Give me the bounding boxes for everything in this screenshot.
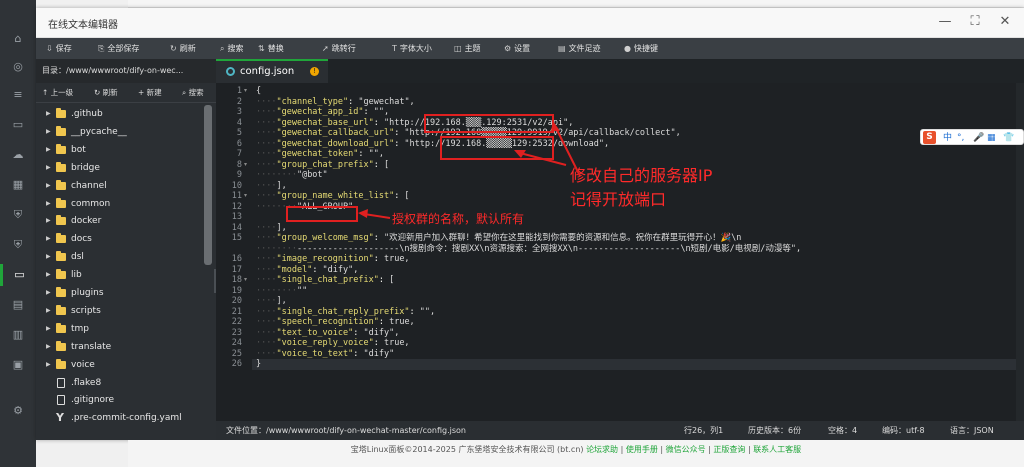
annotation-arrows xyxy=(358,121,581,219)
footer-link[interactable]: 微信公众号 xyxy=(666,445,706,454)
ime-tool-icon[interactable]: 中 xyxy=(943,131,952,145)
footer: 宝塔Linux面板©2014-2025 广东堡塔安全技术有限公司 (bt.cn)… xyxy=(128,440,1024,467)
footer-link[interactable]: 联系人工客服 xyxy=(753,445,801,454)
footer-separator: | xyxy=(618,445,626,454)
sogou-logo-icon: S xyxy=(923,131,936,144)
ime-tool-icon[interactable]: 👕 xyxy=(1003,131,1014,145)
footer-separator: | xyxy=(657,445,666,454)
copyright-text: 宝塔Linux面板©2014-2025 广东堡塔安全技术有限公司 (bt.cn) xyxy=(350,445,584,454)
ime-tool-icon[interactable]: 🎤 xyxy=(973,131,984,145)
footer-link[interactable]: 正版查询 xyxy=(713,445,745,454)
ime-tool-icon[interactable]: ▦ xyxy=(987,131,996,145)
footer-link[interactable]: 使用手册 xyxy=(626,445,658,454)
ime-tool-icon[interactable]: °, xyxy=(957,131,964,145)
footer-link[interactable]: 论坛求助 xyxy=(586,445,618,454)
ime-toolbar[interactable]: S 中 °, 🎤 ▦ 👕 xyxy=(920,129,1024,145)
